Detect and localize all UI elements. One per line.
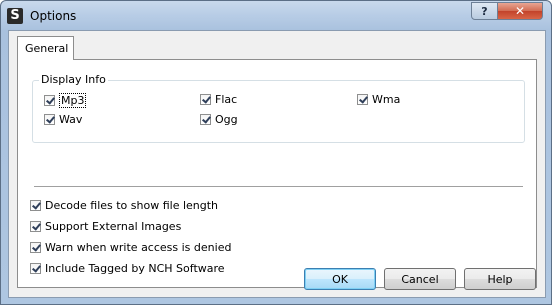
display-info-group: Display Info Mp3 Flac Wma Wav Ogg	[32, 73, 525, 143]
checkbox-wav-box[interactable]	[44, 114, 55, 125]
checkbox-support-external-images-label: Support External Images	[45, 220, 182, 233]
checkbox-warn-write-access-label: Warn when write access is denied	[45, 241, 232, 254]
checkbox-include-tagged[interactable]: Include Tagged by NCH Software	[30, 262, 225, 275]
help-button[interactable]: Help	[464, 268, 536, 290]
checkbox-decode-files-label: Decode files to show file length	[45, 199, 219, 212]
checkbox-wav-label: Wav	[59, 113, 83, 126]
checkbox-mp3-box[interactable]	[44, 95, 55, 106]
checkbox-wma-label: Wma	[372, 93, 401, 106]
display-info-legend: Display Info	[39, 73, 108, 86]
checkbox-warn-write-access-box[interactable]	[30, 242, 41, 253]
checkbox-mp3-label: Mp3	[59, 93, 87, 108]
checkbox-wma-box[interactable]	[357, 94, 368, 105]
general-tab-panel: Display Info Mp3 Flac Wma Wav Ogg Decode…	[17, 59, 537, 288]
title-help-button[interactable]: ?	[471, 2, 498, 20]
dialog-client-area: General Display Info Mp3 Flac Wma Wav Og…	[8, 30, 546, 298]
options-dialog: S Options ? ✕ General Display Info Mp3 F…	[0, 0, 552, 305]
title-bar[interactable]: S Options ? ✕	[1, 1, 551, 31]
cancel-button[interactable]: Cancel	[384, 268, 456, 290]
tab-general[interactable]: General	[17, 36, 74, 60]
checkbox-wav[interactable]: Wav	[44, 113, 82, 126]
checkbox-flac-label: Flac	[215, 93, 238, 106]
checkbox-wma[interactable]: Wma	[357, 93, 400, 106]
checkbox-ogg-label: Ogg	[215, 113, 238, 126]
close-icon: ✕	[514, 4, 526, 18]
checkbox-ogg[interactable]: Ogg	[200, 113, 238, 126]
checkbox-warn-write-access[interactable]: Warn when write access is denied	[30, 241, 231, 254]
checkbox-decode-files-box[interactable]	[30, 200, 41, 211]
checkbox-include-tagged-box[interactable]	[30, 263, 41, 274]
separator	[34, 186, 523, 188]
app-icon: S	[7, 8, 23, 24]
window-title: Options	[30, 9, 77, 23]
checkbox-ogg-box[interactable]	[200, 114, 211, 125]
checkbox-decode-files[interactable]: Decode files to show file length	[30, 199, 218, 212]
checkbox-support-external-images[interactable]: Support External Images	[30, 220, 181, 233]
question-mark-icon: ?	[481, 4, 488, 18]
tab-general-label: General	[25, 42, 69, 55]
checkbox-flac[interactable]: Flac	[200, 93, 237, 106]
checkbox-flac-box[interactable]	[200, 94, 211, 105]
checkbox-mp3[interactable]: Mp3	[44, 93, 87, 108]
ok-button[interactable]: OK	[304, 268, 376, 290]
checkbox-support-external-images-box[interactable]	[30, 221, 41, 232]
checkbox-include-tagged-label: Include Tagged by NCH Software	[45, 262, 225, 275]
title-close-button[interactable]: ✕	[497, 2, 543, 20]
